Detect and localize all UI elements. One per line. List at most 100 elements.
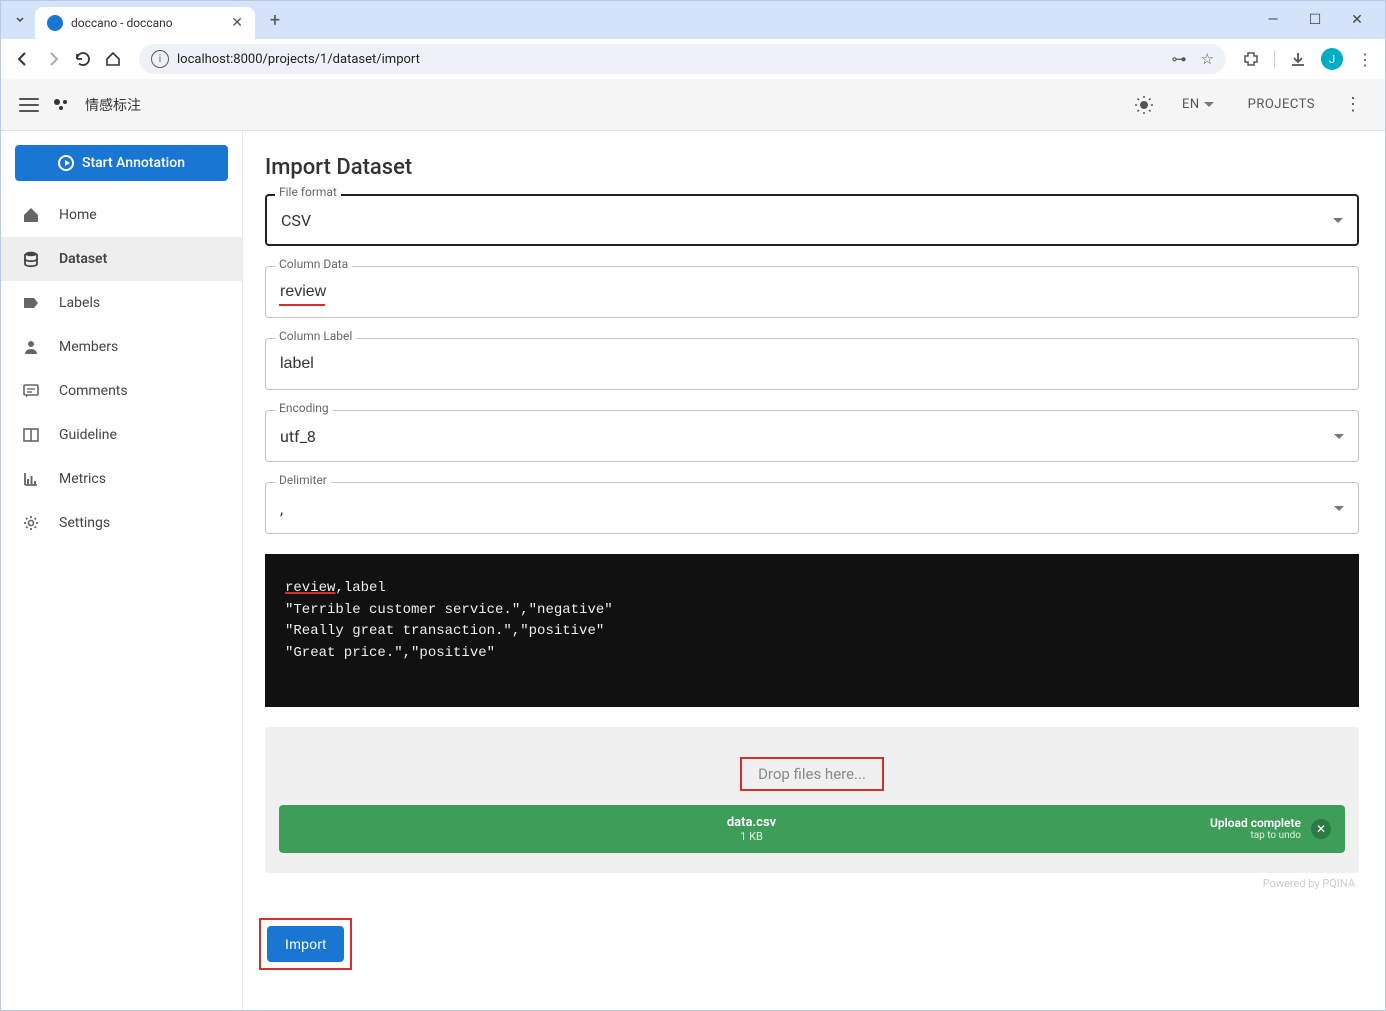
sidebar-item-label: Labels [59,295,100,311]
sidebar-item-label: Members [59,339,118,355]
column-data-input[interactable] [280,283,1344,301]
gear-icon [21,513,41,533]
sidebar-item-metrics[interactable]: Metrics [1,457,242,501]
sidebar-item-label: Dataset [59,251,107,267]
app-logo-icon [53,98,71,112]
preview-code-block: review,label "Terrible customer service.… [265,554,1359,707]
sidebar-item-settings[interactable]: Settings [1,501,242,545]
language-select[interactable]: EN [1172,91,1224,118]
preview-line: "Really great transaction.","positive" [285,621,1339,643]
sidebar-item-guideline[interactable]: Guideline [1,413,242,457]
sidebar-item-label: Metrics [59,471,106,487]
upload-status: Upload complete [1210,816,1301,830]
field-value: CSV [281,211,1333,230]
url-text: localhost:8000/projects/1/dataset/import [177,52,1164,67]
page-title: Import Dataset [265,155,1365,180]
powered-by: Powered by PQINA [259,877,1355,890]
close-icon[interactable]: ✕ [231,15,243,31]
field-label: Encoding [275,401,333,415]
sidebar-item-label: Home [59,207,97,223]
browser-chrome: doccano - doccano ✕ + — ☐ ✕ i localhost:… [1,1,1385,79]
maximize-icon[interactable]: ☐ [1303,12,1327,28]
browser-menu-icon[interactable]: ⋮ [1357,50,1373,69]
chart-icon [21,469,41,489]
address-bar[interactable]: i localhost:8000/projects/1/dataset/impo… [139,44,1226,74]
browser-tab[interactable]: doccano - doccano ✕ [35,7,255,39]
sidebar-item-labels[interactable]: Labels [1,281,242,325]
sidebar-item-label: Settings [59,515,110,531]
site-info-icon[interactable]: i [151,50,169,68]
sidebar-item-comments[interactable]: Comments [1,369,242,413]
project-name: 情感标注 [85,95,141,115]
tab-strip: doccano - doccano ✕ + — ☐ ✕ [1,1,1385,39]
field-value: , [280,499,1334,518]
projects-label: Projects [1248,97,1315,112]
field-label: File format [275,185,341,199]
upload-item: data.csv 1 KB Upload complete tap to und… [279,805,1345,853]
downloads-icon[interactable] [1289,50,1307,68]
upload-filename: data.csv [293,815,1210,830]
upload-undo[interactable]: tap to undo [1210,830,1301,841]
chevron-down-icon [1334,434,1344,439]
play-icon [58,155,74,171]
encoding-select[interactable]: utf_8 [265,410,1359,462]
close-window-icon[interactable]: ✕ [1345,12,1369,28]
person-icon [21,337,41,357]
start-annotation-label: Start Annotation [82,155,185,171]
minimize-icon[interactable]: — [1261,12,1285,28]
preview-line: "Great price.","positive" [285,643,1339,665]
projects-link[interactable]: Projects [1238,91,1325,118]
field-label: Column Label [275,329,356,343]
chevron-down-icon [1204,102,1214,107]
window-controls: — ☐ ✕ [1261,12,1369,28]
column-label-field: Column Label [265,338,1359,390]
address-row: i localhost:8000/projects/1/dataset/impo… [1,39,1385,79]
book-icon [21,425,41,445]
extensions-icon[interactable] [1242,50,1260,68]
sidebar-item-label: Guideline [59,427,117,443]
main-content: Import Dataset File format CSV Column Da… [243,131,1385,1010]
upload-remove-icon[interactable]: ✕ [1311,819,1331,839]
file-drop-zone[interactable]: Drop files here... data.csv 1 KB Upload … [265,727,1359,873]
sidebar: Start Annotation Home Dataset Labels Mem… [1,131,243,1010]
preview-line: "Terrible customer service.","negative" [285,600,1339,622]
sidebar-item-dataset[interactable]: Dataset [1,237,242,281]
drop-text: Drop files here... [740,757,884,791]
sidebar-item-home[interactable]: Home [1,193,242,237]
hamburger-icon[interactable] [19,98,39,112]
chevron-down-icon [1334,506,1344,511]
field-label: Column Data [275,257,352,271]
database-icon [21,249,41,269]
chevron-down-icon [1333,218,1343,223]
bookmark-star-icon[interactable]: ☆ [1201,50,1214,68]
column-data-field: Column Data [265,266,1359,318]
file-format-select[interactable]: CSV [265,194,1359,246]
import-button[interactable]: Import [267,926,344,962]
reload-icon[interactable] [73,49,93,69]
file-format-field: File format CSV [265,194,1359,246]
forward-icon[interactable] [43,49,63,69]
spellcheck-underline [279,304,325,306]
toolbar-divider [1274,50,1275,68]
profile-avatar[interactable]: J [1321,48,1343,70]
start-annotation-button[interactable]: Start Annotation [15,145,228,181]
key-icon[interactable]: ⊶ [1172,50,1187,68]
field-label: Delimiter [275,473,331,487]
upload-size: 1 KB [293,830,1210,843]
preview-line: review,label [285,578,1339,600]
import-highlight: Import [259,918,352,970]
header-menu-icon[interactable]: ⋮ [1339,91,1367,119]
new-tab-button[interactable]: + [263,8,287,32]
tag-icon [21,293,41,313]
delimiter-field: Delimiter , [265,482,1359,534]
home-icon[interactable] [103,49,123,69]
sidebar-item-label: Comments [59,383,128,399]
tab-search-chevron[interactable] [9,9,31,31]
column-label-input[interactable] [280,355,1344,373]
tab-title: doccano - doccano [71,16,223,30]
back-icon[interactable] [13,49,33,69]
delimiter-select[interactable]: , [265,482,1359,534]
sidebar-item-members[interactable]: Members [1,325,242,369]
theme-toggle-icon[interactable] [1130,91,1158,119]
encoding-field: Encoding utf_8 [265,410,1359,462]
